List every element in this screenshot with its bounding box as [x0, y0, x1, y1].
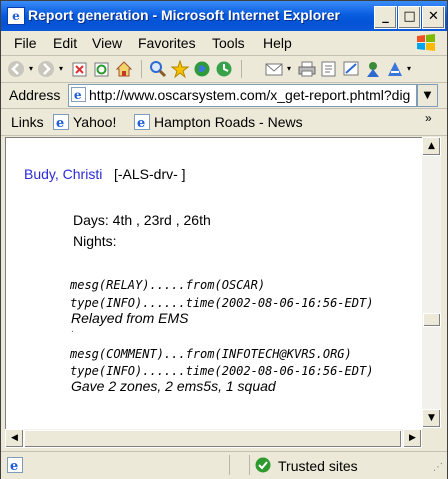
research-icon[interactable]: [386, 60, 404, 78]
unit-tag: [-ALS-drv- ]: [114, 166, 186, 182]
horizontal-scrollbar[interactable]: ◀ ▶: [5, 429, 422, 448]
toolbar-separator: [241, 60, 242, 78]
messenger-icon[interactable]: [364, 60, 382, 78]
windows-logo-icon: [417, 34, 435, 51]
svg-text:e: e: [137, 116, 145, 130]
mail-icon[interactable]: [265, 60, 283, 78]
discuss-icon[interactable]: [342, 60, 360, 78]
menu-help[interactable]: Help: [263, 35, 292, 51]
person-name-link[interactable]: Budy, Christi: [24, 166, 102, 182]
link-hampton-roads-news[interactable]: Hampton Roads - News: [154, 114, 303, 130]
forward-dropdown-icon[interactable]: ▾: [56, 60, 66, 78]
ie-page-icon: e: [7, 7, 25, 25]
vertical-scroll-thumb[interactable]: [423, 313, 441, 327]
horizontal-scroll-thumb[interactable]: [24, 430, 402, 448]
home-icon[interactable]: [115, 60, 133, 78]
scroll-right-icon[interactable]: ▶: [403, 429, 422, 448]
favorites-icon[interactable]: [171, 60, 189, 78]
message-body: Gave 2 zones, 2 ems5s, 1 squad: [71, 378, 276, 394]
nights-line: Nights:: [73, 233, 117, 249]
separator-dot: .: [71, 324, 74, 335]
message-header: mesg(COMMENT)...from(INFOTECH@KVRS.ORG): [70, 347, 352, 361]
research-dropdown-icon[interactable]: ▾: [404, 60, 414, 78]
scroll-up-icon[interactable]: ▲: [422, 137, 441, 156]
page-status-icon: e: [7, 457, 23, 473]
minimize-button[interactable]: _: [374, 6, 397, 29]
menu-tools[interactable]: Tools: [212, 35, 245, 51]
links-chevron-icon[interactable]: »: [425, 111, 432, 125]
title-bar[interactable]: e Report generation - Microsoft Internet…: [1, 1, 447, 31]
menu-file[interactable]: File: [14, 35, 37, 51]
link-yahoo[interactable]: Yahoo!: [73, 114, 116, 130]
toolbar-separator: [141, 60, 142, 78]
scroll-left-icon[interactable]: ◀: [5, 429, 24, 448]
svg-text:e: e: [74, 88, 82, 102]
standard-toolbar: ▾ ▾ ▾ ▾: [1, 56, 447, 83]
address-bar: Address e http://www.oscarsystem.com/x_g…: [1, 83, 447, 109]
maximize-button[interactable]: □: [398, 6, 421, 29]
link-page-icon: e: [53, 114, 69, 130]
ie-page-icon: e: [71, 87, 86, 102]
status-divider: [249, 455, 250, 475]
print-icon[interactable]: [298, 60, 316, 78]
edit-icon[interactable]: [320, 60, 338, 78]
security-zone-label: Trusted sites: [278, 458, 358, 474]
trusted-sites-check-icon: [255, 457, 271, 473]
message-meta: type(INFO)......time(2002-08-06-16:56-ED…: [70, 364, 374, 378]
menu-favorites[interactable]: Favorites: [138, 35, 196, 51]
address-input[interactable]: e http://www.oscarsystem.com/x_get-repor…: [68, 84, 417, 107]
refresh-icon[interactable]: [93, 60, 111, 78]
forward-icon[interactable]: [37, 60, 55, 78]
menu-bar: File Edit View Favorites Tools Help: [1, 31, 447, 56]
page-content: Budy, Christi [-ALS-drv- ] Days: 4th , 2…: [5, 137, 422, 429]
browser-window: e Report generation - Microsoft Internet…: [0, 0, 448, 479]
scroll-down-icon[interactable]: ▼: [422, 409, 441, 428]
resize-grip-icon[interactable]: ⋰: [433, 462, 443, 473]
back-dropdown-icon[interactable]: ▾: [26, 60, 36, 78]
links-bar: Links e Yahoo! e Hampton Roads - News »: [1, 109, 447, 136]
stop-icon[interactable]: [71, 60, 89, 78]
status-bar: e Trusted sites ⋰: [1, 451, 447, 479]
back-icon[interactable]: [7, 60, 25, 78]
links-label: Links: [11, 114, 44, 130]
message-meta: type(INFO)......time(2002-08-06-16:56-ED…: [70, 296, 374, 310]
address-dropdown-icon[interactable]: ▼: [417, 84, 438, 107]
days-line: Days: 4th , 23rd , 26th: [73, 212, 211, 228]
link-page-icon: e: [134, 114, 150, 130]
status-divider: [229, 455, 230, 475]
address-url[interactable]: http://www.oscarsystem.com/x_get-report.…: [89, 87, 410, 103]
menu-edit[interactable]: Edit: [53, 35, 77, 51]
window-title: Report generation - Microsoft Internet E…: [28, 7, 340, 23]
address-label: Address: [9, 87, 61, 103]
vertical-scrollbar[interactable]: ▲ ▼: [422, 137, 441, 428]
svg-text:e: e: [56, 116, 64, 130]
svg-text:e: e: [10, 459, 18, 473]
message-header: mesg(RELAY).....from(OSCAR): [70, 278, 266, 292]
message-body: Relayed from EMS: [71, 310, 189, 326]
mail-dropdown-icon[interactable]: ▾: [284, 60, 294, 78]
menu-view[interactable]: View: [92, 35, 122, 51]
history-icon[interactable]: [215, 60, 233, 78]
search-icon[interactable]: [149, 60, 167, 78]
close-button[interactable]: ✕: [422, 6, 445, 29]
media-icon[interactable]: [193, 60, 211, 78]
